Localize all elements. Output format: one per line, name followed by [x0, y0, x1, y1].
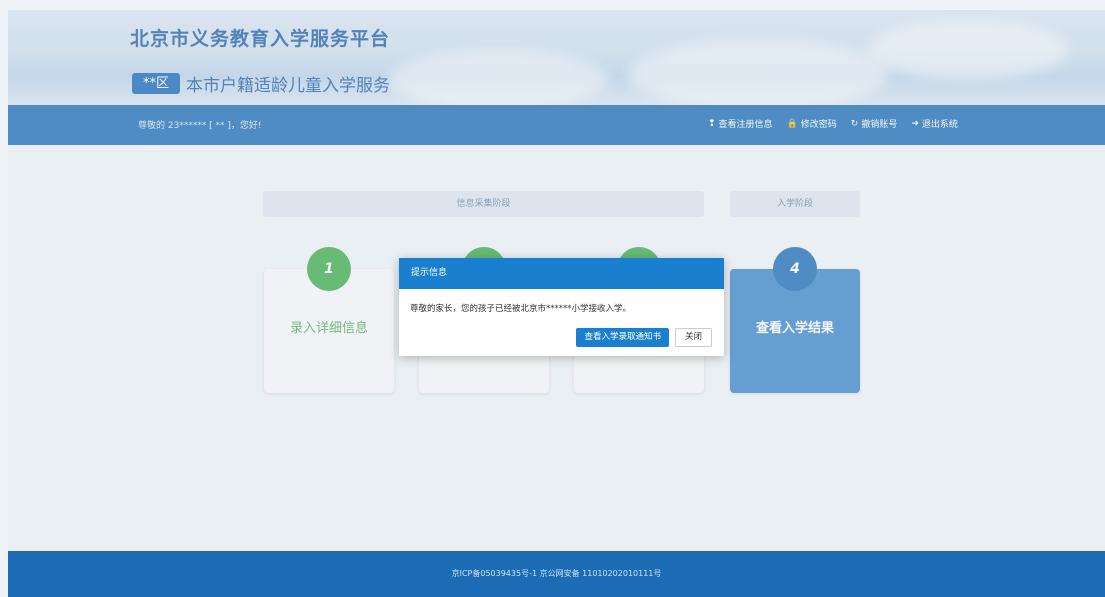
- dialog-title: 提示信息: [399, 258, 724, 289]
- dialog-actions: 查看入学录取通知书 关闭: [576, 328, 712, 347]
- view-admission-notice-button[interactable]: 查看入学录取通知书: [576, 328, 669, 347]
- close-button[interactable]: 关闭: [674, 328, 712, 347]
- info-dialog: 提示信息 尊敬的家长，您的孩子已经被北京市******小学接收入学。 查看入学录…: [399, 258, 724, 356]
- app-frame: 北京市义务教育入学服务平台 **区 本市户籍适龄儿童入学服务 尊敬的 23***…: [8, 10, 1105, 597]
- dialog-message: 尊敬的家长，您的孩子已经被北京市******小学接收入学。: [410, 304, 632, 314]
- footer: 京ICP备05039435号-1 京公网安备 11010202010111号: [8, 551, 1105, 597]
